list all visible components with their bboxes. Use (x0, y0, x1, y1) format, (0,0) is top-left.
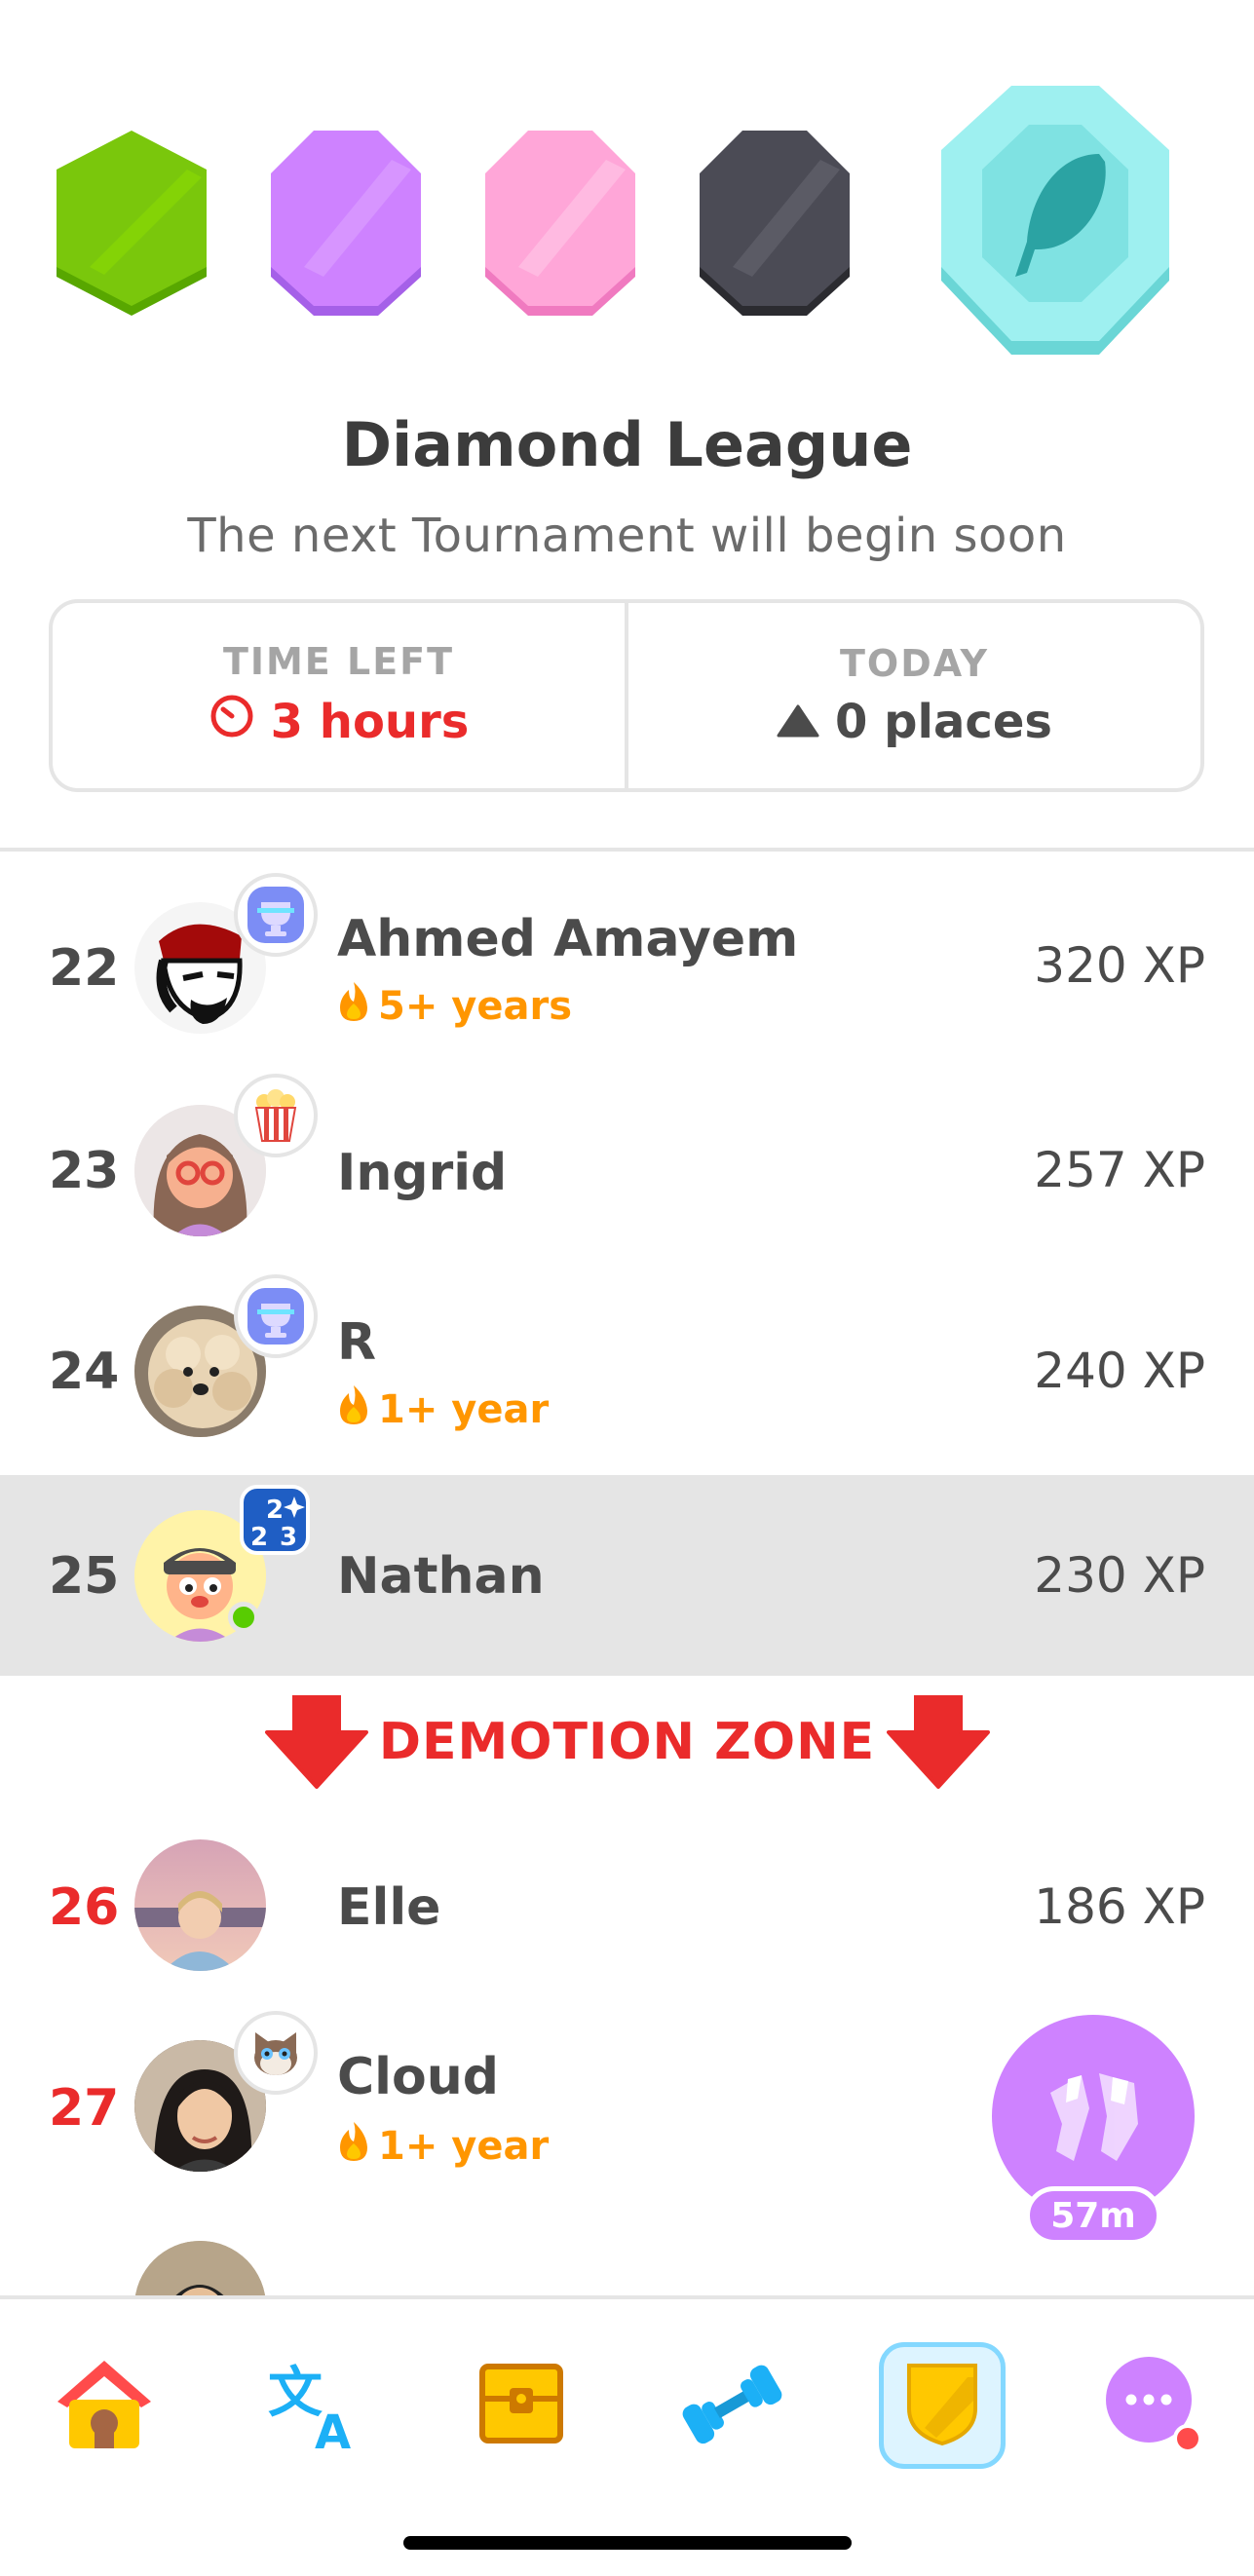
rank-number: 23 (49, 1142, 120, 1200)
rank-number: 22 (49, 939, 120, 998)
leaderboard-row[interactable]: 26 Elle 186 XP (0, 1804, 1254, 2005)
svg-text:2: 2 (250, 1523, 268, 1552)
xp-value: 186 XP (1034, 1878, 1205, 1935)
section-divider (0, 848, 1254, 852)
user-name: Nathan (337, 1547, 545, 1606)
user-name: Ingrid (337, 1144, 508, 1202)
nav-translate[interactable]: 文 A (247, 2342, 374, 2469)
nav-home[interactable] (41, 2342, 168, 2469)
streak-row: 5+ years (337, 980, 572, 1033)
more-icon (1102, 2353, 1203, 2458)
xp-value: 240 XP (1034, 1343, 1205, 1399)
streak-text: 1+ year (378, 1387, 550, 1432)
flame-icon (337, 2120, 370, 2173)
user-name: R (337, 1313, 377, 1372)
today-value: 0 places (835, 695, 1052, 749)
bottom-navigation: 文 A (0, 2295, 1254, 2576)
today-label: TODAY (839, 642, 990, 685)
rank-number: 27 (49, 2079, 120, 2138)
streak-text: 5+ years (378, 984, 573, 1029)
cat-icon (234, 2011, 318, 2095)
trophy-icon (234, 1274, 318, 1358)
streak-text: 1+ year (378, 2124, 550, 2169)
leaderboard-row[interactable]: 23 Ingrid 257 XP (0, 1068, 1254, 1269)
diamond-league-badge-icon (933, 86, 1177, 364)
time-left-value-row: 3 hours (209, 693, 470, 751)
translate-icon: 文 A (262, 2355, 360, 2460)
year-2023-icon: 2 2 3 (238, 1481, 316, 1559)
obsidian-league-badge-icon (694, 131, 855, 322)
svg-text:3: 3 (280, 1523, 297, 1552)
nav-leaderboard[interactable] (879, 2342, 1006, 2469)
time-left-label: TIME LEFT (222, 640, 455, 683)
xp-value: 230 XP (1034, 1547, 1205, 1604)
svg-text:2: 2 (266, 1496, 284, 1525)
xp-value: 257 XP (1034, 1142, 1205, 1198)
time-left-section: TIME LEFT 3 hours (53, 603, 625, 788)
streak-row: 1+ year (337, 1383, 549, 1436)
today-value-row: 0 places (777, 695, 1052, 749)
trophy-icon (234, 873, 318, 957)
league-subtitle: The next Tournament will begin soon (187, 509, 1067, 563)
xp-value: 320 XP (1034, 937, 1205, 994)
svg-text:A: A (315, 2406, 351, 2452)
timer-icon (209, 693, 255, 751)
amethyst-league-badge-icon (265, 131, 427, 322)
arrow-down-icon (887, 1693, 990, 1793)
user-name: Cloud (337, 2048, 499, 2106)
dumbbell-icon (675, 2355, 788, 2456)
time-left-value: 3 hours (270, 695, 470, 749)
demotion-zone-label: DEMOTION ZONE (378, 1713, 876, 1771)
flame-icon (337, 1383, 370, 1436)
home-indicator[interactable] (403, 2536, 852, 2550)
leaderboard-row-current-user[interactable]: 25 2 2 3 Nathan 230 XP (0, 1475, 1254, 1676)
demotion-zone-banner: DEMOTION ZONE (0, 1676, 1254, 1802)
avatar[interactable] (134, 2241, 266, 2295)
triangle-up-icon (777, 695, 819, 749)
rank-number: 25 (49, 1547, 120, 1606)
timer-bubble-time: 57m (1025, 2186, 1161, 2245)
home-icon (52, 2355, 157, 2456)
leaderboard-row[interactable]: 22 Ahmed Amayem 5+ years 320 XP (0, 867, 1254, 1068)
rank-number: 24 (49, 1343, 120, 1401)
emerald-league-badge-icon (51, 131, 212, 322)
nav-practice-chest[interactable] (458, 2342, 585, 2469)
today-section: TODAY 0 places (625, 603, 1200, 788)
leaderboard-shield-icon (903, 2360, 981, 2451)
league-title: Diamond League (341, 409, 913, 480)
popcorn-icon (234, 1074, 318, 1157)
pearl-league-badge-icon (479, 131, 641, 322)
rank-number: 26 (49, 1878, 120, 1937)
user-name: Ahmed Amayem (337, 910, 799, 968)
online-status-dot (228, 1602, 259, 1633)
nav-more[interactable] (1089, 2342, 1216, 2469)
streak-row: 1+ year (337, 2120, 549, 2173)
flame-icon (337, 980, 370, 1033)
nav-workout[interactable] (668, 2342, 795, 2469)
league-info-card: TIME LEFT 3 hours TODAY 0 places (49, 599, 1204, 792)
leaderboard-row[interactable]: 24 R 1+ year 240 XP (0, 1269, 1254, 1469)
user-name: Elle (337, 1878, 441, 1937)
avatar[interactable] (134, 1839, 266, 1971)
treasure-chest-icon (475, 2357, 568, 2454)
